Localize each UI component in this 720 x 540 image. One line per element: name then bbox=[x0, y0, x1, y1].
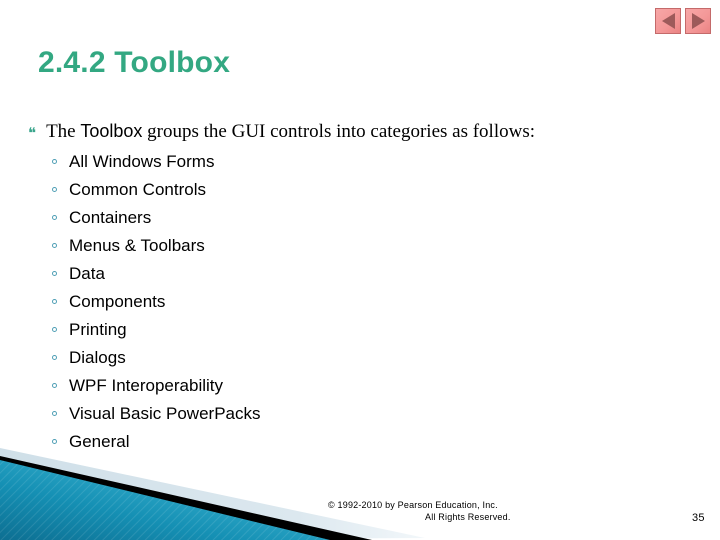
circle-bullet-icon bbox=[52, 215, 57, 220]
list-item-label: WPF Interoperability bbox=[69, 376, 223, 395]
circle-bullet-icon bbox=[52, 299, 57, 304]
list-item-label: Components bbox=[69, 292, 166, 311]
list-item-label: Dialogs bbox=[69, 348, 126, 367]
list-item-label: Data bbox=[69, 264, 105, 283]
list-item: WPF Interoperability bbox=[52, 376, 261, 404]
circle-bullet-icon bbox=[52, 187, 57, 192]
circle-bullet-icon bbox=[52, 383, 57, 388]
lead-text-part1: The bbox=[46, 121, 81, 142]
list-item-label: Menus & Toolbars bbox=[69, 236, 205, 255]
list-item: Components bbox=[52, 292, 261, 320]
list-item: Menus & Toolbars bbox=[52, 236, 261, 264]
list-item-label: All Windows Forms bbox=[69, 152, 215, 171]
list-item-label: Visual Basic PowerPacks bbox=[69, 404, 261, 423]
list-item: Containers bbox=[52, 208, 261, 236]
circle-bullet-icon bbox=[52, 243, 57, 248]
circle-bullet-icon bbox=[52, 439, 57, 444]
circle-bullet-icon bbox=[52, 159, 57, 164]
list-item: Visual Basic PowerPacks bbox=[52, 404, 261, 432]
circle-bullet-icon bbox=[52, 327, 57, 332]
next-slide-button[interactable] bbox=[685, 8, 711, 34]
lead-paragraph: ❝ The Toolbox groups the GUI controls in… bbox=[28, 121, 535, 143]
triangle-right-icon bbox=[691, 13, 705, 29]
circle-bullet-icon bbox=[52, 355, 57, 360]
list-item: All Windows Forms bbox=[52, 152, 261, 180]
copyright-text: © 1992-2010 by Pearson Education, Inc. bbox=[328, 500, 498, 510]
prev-slide-button[interactable] bbox=[655, 8, 681, 34]
page-number: 35 bbox=[692, 512, 705, 524]
slide-navigation bbox=[655, 8, 711, 34]
list-item: Common Controls bbox=[52, 180, 261, 208]
list-item-label: General bbox=[69, 432, 130, 451]
page-title: 2.4.2 Toolbox bbox=[38, 46, 231, 79]
list-item: Printing bbox=[52, 320, 261, 348]
slide: 2.4.2 Toolbox ❝ The Toolbox groups the G… bbox=[0, 0, 720, 540]
circle-bullet-icon bbox=[52, 411, 57, 416]
circle-bullet-icon bbox=[52, 271, 57, 276]
category-list: All Windows Forms Common Controls Contai… bbox=[52, 152, 261, 460]
lead-text-emphasis: Toolbox bbox=[80, 121, 143, 141]
rights-text: All Rights Reserved. bbox=[425, 512, 511, 522]
lead-text: The Toolbox groups the GUI controls into… bbox=[46, 121, 535, 143]
list-item-label: Containers bbox=[69, 208, 152, 227]
list-item: Dialogs bbox=[52, 348, 261, 376]
list-item-label: Common Controls bbox=[69, 180, 206, 199]
list-item: General bbox=[52, 432, 261, 460]
lead-bullet-icon: ❝ bbox=[28, 124, 37, 142]
triangle-left-icon bbox=[661, 13, 675, 29]
list-item-label: Printing bbox=[69, 320, 127, 339]
lead-text-part2: groups the GUI controls into categories … bbox=[142, 121, 536, 142]
list-item: Data bbox=[52, 264, 261, 292]
